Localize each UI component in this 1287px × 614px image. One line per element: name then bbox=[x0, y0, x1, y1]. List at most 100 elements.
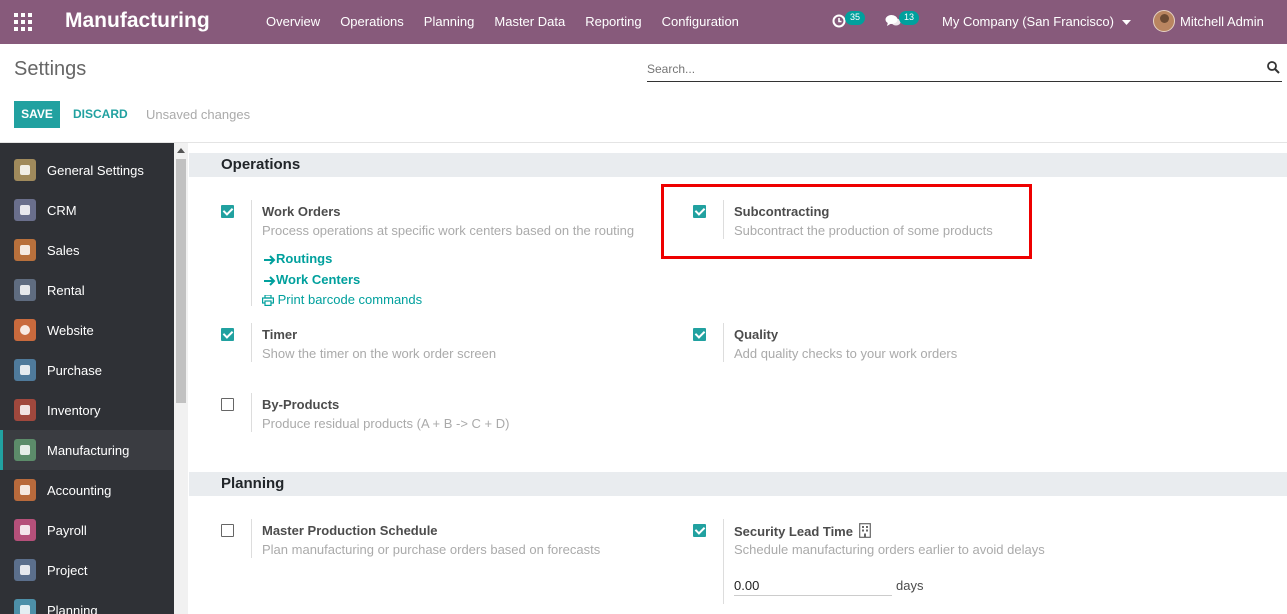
arrow-right-icon bbox=[264, 275, 276, 286]
menu-configuration[interactable]: Configuration bbox=[652, 0, 749, 44]
sidebar-item-label: Website bbox=[47, 322, 94, 338]
menu-master-data[interactable]: Master Data bbox=[484, 0, 575, 44]
sidebar-item-general-settings[interactable]: General Settings bbox=[0, 150, 174, 190]
planning-icon bbox=[14, 599, 36, 614]
print-barcode-label: Print barcode commands bbox=[277, 292, 423, 307]
main-menu: Overview Operations Planning Master Data… bbox=[256, 0, 749, 44]
sidebar-item-manufacturing[interactable]: Manufacturing bbox=[0, 430, 174, 470]
purchase-icon bbox=[14, 359, 36, 381]
sidebar-item-planning[interactable]: Planning bbox=[0, 590, 174, 614]
sidebar-item-label: Payroll bbox=[47, 522, 87, 538]
search-input[interactable] bbox=[647, 57, 1247, 81]
app-brand[interactable]: Manufacturing bbox=[65, 9, 210, 33]
section-header-planning: Planning bbox=[189, 472, 1287, 496]
search-bar bbox=[647, 57, 1282, 82]
print-barcode-link[interactable]: Print barcode commands bbox=[262, 292, 422, 307]
discard-button[interactable]: DISCARD bbox=[66, 101, 135, 128]
sidebar-item-label: Planning bbox=[47, 602, 98, 614]
chart-icon bbox=[14, 239, 36, 261]
apps-menu-icon[interactable] bbox=[14, 13, 32, 31]
unsaved-changes-label: Unsaved changes bbox=[146, 107, 251, 122]
timer-description: Show the timer on the work order screen bbox=[262, 346, 497, 361]
security-lead-time-text: Security Lead Time bbox=[734, 524, 853, 539]
routings-link-label: Routings bbox=[276, 251, 333, 266]
sidebar-item-sales[interactable]: Sales bbox=[0, 230, 174, 270]
by-products-description: Produce residual products (A + B -> C + … bbox=[262, 416, 510, 431]
sidebar-item-accounting[interactable]: Accounting bbox=[0, 470, 174, 510]
setting-divider bbox=[251, 519, 252, 558]
mps-description: Plan manufacturing or purchase orders ba… bbox=[262, 542, 601, 557]
company-name: My Company (San Francisco) bbox=[942, 14, 1114, 29]
quality-label: Quality bbox=[734, 327, 779, 342]
menu-reporting[interactable]: Reporting bbox=[575, 0, 651, 44]
sidebar-item-label: General Settings bbox=[47, 162, 144, 178]
timer-checkbox[interactable] bbox=[221, 328, 234, 341]
sidebar-item-label: Rental bbox=[47, 282, 85, 298]
security-lead-time-description: Schedule manufacturing orders earlier to… bbox=[734, 542, 1045, 557]
security-lead-time-label: Security Lead Time bbox=[734, 523, 871, 539]
sidebar-item-label: Inventory bbox=[47, 402, 101, 418]
section-header-operations: Operations bbox=[189, 153, 1287, 177]
setting-divider bbox=[251, 393, 252, 432]
inventory-icon bbox=[14, 399, 36, 421]
wrench-icon bbox=[14, 439, 36, 461]
globe-icon bbox=[14, 319, 36, 341]
sidebar-item-payroll[interactable]: Payroll bbox=[0, 510, 174, 550]
work-centers-link-label: Work Centers bbox=[276, 272, 361, 287]
by-products-checkbox[interactable] bbox=[221, 398, 234, 411]
mps-label: Master Production Schedule bbox=[262, 523, 438, 538]
activity-clock-icon[interactable] bbox=[832, 14, 846, 28]
sidebar-item-website[interactable]: Website bbox=[0, 310, 174, 350]
chevron-down-icon bbox=[1121, 19, 1131, 25]
quality-checkbox[interactable] bbox=[693, 328, 706, 341]
sidebar-item-crm[interactable]: CRM bbox=[0, 190, 174, 230]
work-orders-label: Work Orders bbox=[262, 204, 341, 219]
scrollbar-thumb[interactable] bbox=[176, 159, 186, 403]
sidebar-item-label: Purchase bbox=[47, 362, 102, 378]
search-icon[interactable] bbox=[1267, 61, 1280, 74]
user-name[interactable]: Mitchell Admin bbox=[1180, 0, 1264, 44]
activity-count-badge: 35 bbox=[845, 11, 866, 25]
by-products-label: By-Products bbox=[262, 397, 340, 412]
rental-icon bbox=[14, 279, 36, 301]
setting-divider bbox=[251, 323, 252, 362]
page-title: Settings bbox=[14, 58, 87, 80]
sidebar-item-inventory[interactable]: Inventory bbox=[0, 390, 174, 430]
menu-planning[interactable]: Planning bbox=[414, 0, 485, 44]
arrow-right-icon bbox=[264, 254, 276, 265]
menu-operations[interactable]: Operations bbox=[330, 0, 414, 44]
work-centers-link[interactable]: Work Centers bbox=[264, 272, 360, 287]
highlight-box bbox=[661, 184, 1032, 259]
sidebar-scrollbar[interactable] bbox=[174, 143, 188, 614]
security-lead-time-input[interactable] bbox=[734, 575, 892, 596]
sidebar-item-purchase[interactable]: Purchase bbox=[0, 350, 174, 390]
settings-sidebar: General Settings CRM Sales Rental Websit… bbox=[0, 143, 174, 614]
sidebar-item-label: Manufacturing bbox=[47, 442, 130, 458]
save-button[interactable]: SAVE bbox=[14, 101, 60, 128]
printer-icon bbox=[262, 294, 275, 307]
timer-label: Timer bbox=[262, 327, 298, 342]
routings-link[interactable]: Routings bbox=[264, 251, 332, 266]
setting-divider bbox=[723, 323, 724, 362]
work-orders-checkbox[interactable] bbox=[221, 205, 234, 218]
mps-checkbox[interactable] bbox=[221, 524, 234, 537]
menu-overview[interactable]: Overview bbox=[256, 0, 330, 44]
sidebar-item-label: Accounting bbox=[47, 482, 112, 498]
sidebar-item-label: Sales bbox=[47, 242, 80, 258]
top-navbar: Manufacturing Overview Operations Planni… bbox=[0, 0, 1287, 44]
days-unit-label: days bbox=[896, 578, 924, 593]
security-lead-time-checkbox[interactable] bbox=[693, 524, 706, 537]
sidebar-item-project[interactable]: Project bbox=[0, 550, 174, 590]
gear-icon bbox=[14, 159, 36, 181]
company-switcher[interactable]: My Company (San Francisco) bbox=[942, 0, 1131, 44]
handshake-icon bbox=[14, 199, 36, 221]
puzzle-icon bbox=[14, 559, 36, 581]
user-avatar[interactable] bbox=[1153, 10, 1175, 32]
setting-divider bbox=[251, 200, 252, 306]
sidebar-item-label: Project bbox=[47, 562, 88, 578]
accounting-icon bbox=[14, 479, 36, 501]
sidebar-item-rental[interactable]: Rental bbox=[0, 270, 174, 310]
scroll-up-icon[interactable] bbox=[177, 148, 185, 153]
company-building-icon bbox=[858, 523, 871, 538]
sidebar-item-label: CRM bbox=[47, 202, 77, 218]
